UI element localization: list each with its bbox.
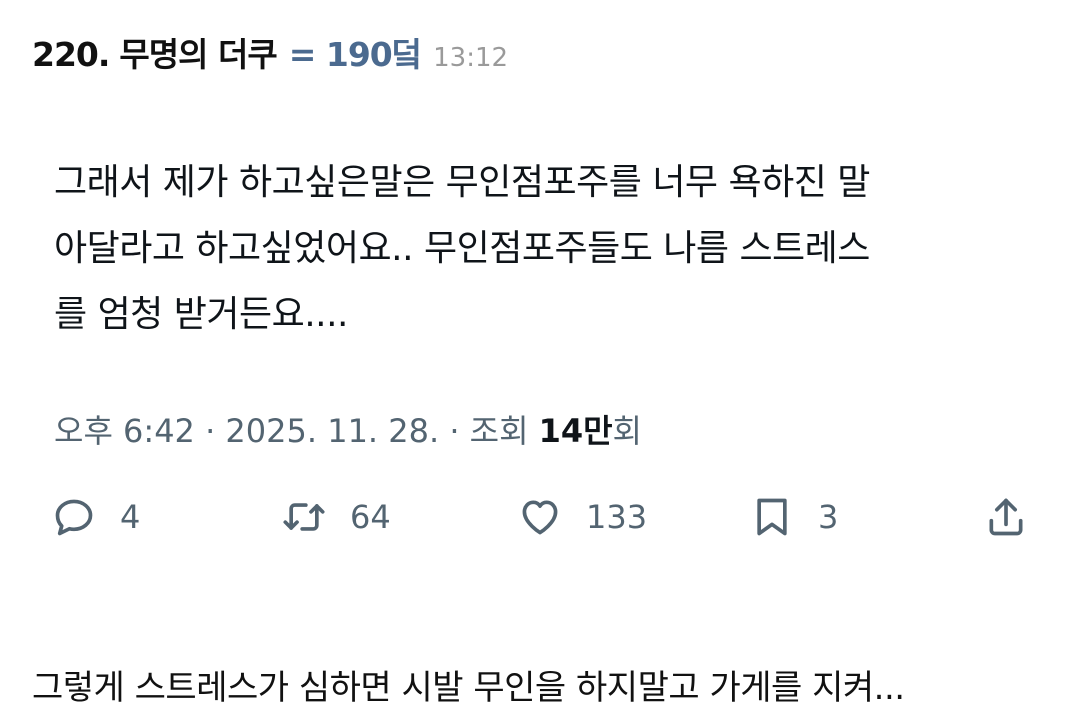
tweet-meta: 오후 6:42 · 2025. 11. 28. · 조회 14만 회 bbox=[54, 406, 642, 452]
reply-icon bbox=[52, 495, 96, 539]
comment-time: 13:12 bbox=[433, 43, 509, 73]
share-button[interactable] bbox=[984, 492, 1028, 542]
tweet-timestamp[interactable]: 오후 6:42 · 2025. 11. 28. · 조회 bbox=[54, 406, 529, 452]
next-comment-text: 그렇게 스트레스가 심하면 시발 무인을 하지말고 가게를 지켜... bbox=[32, 668, 905, 708]
reply-count: 4 bbox=[120, 498, 141, 536]
heart-icon bbox=[518, 495, 562, 539]
views-unit: 회 bbox=[612, 412, 642, 450]
bookmark-icon bbox=[750, 495, 794, 539]
comment-header: 220. 무명의 더쿠 = 190덬 13:12 bbox=[32, 28, 508, 76]
retweet-count: 64 bbox=[350, 498, 391, 536]
tweet-actions: 4 64 133 3 bbox=[0, 492, 1080, 542]
bookmark-count: 3 bbox=[818, 498, 839, 536]
comment-number: 220. bbox=[32, 35, 110, 74]
tweet-line: 아달라고 하고싶었어요.. 무인점포주들도 나름 스트레스 bbox=[54, 228, 870, 269]
reply-button[interactable]: 4 bbox=[52, 492, 140, 542]
views-count: 14만 bbox=[538, 412, 613, 450]
author-score: = 190덬 bbox=[288, 35, 422, 74]
like-count: 133 bbox=[586, 498, 648, 536]
retweet-button[interactable]: 64 bbox=[282, 492, 391, 542]
like-button[interactable]: 133 bbox=[518, 492, 647, 542]
share-icon bbox=[984, 495, 1028, 539]
tweet-line: 그래서 제가 하고싶은말은 무인점포주를 너무 욕하진 말 bbox=[54, 162, 870, 203]
tweet-line: 를 엄청 받거든요.... bbox=[54, 294, 349, 335]
retweet-icon bbox=[282, 495, 326, 539]
author-name[interactable]: 무명의 더쿠 bbox=[119, 28, 277, 76]
bookmark-button[interactable]: 3 bbox=[750, 492, 838, 542]
tweet-text: 그래서 제가 하고싶은말은 무인점포주를 너무 욕하진 말 아달라고 하고싶었어… bbox=[54, 150, 1024, 348]
